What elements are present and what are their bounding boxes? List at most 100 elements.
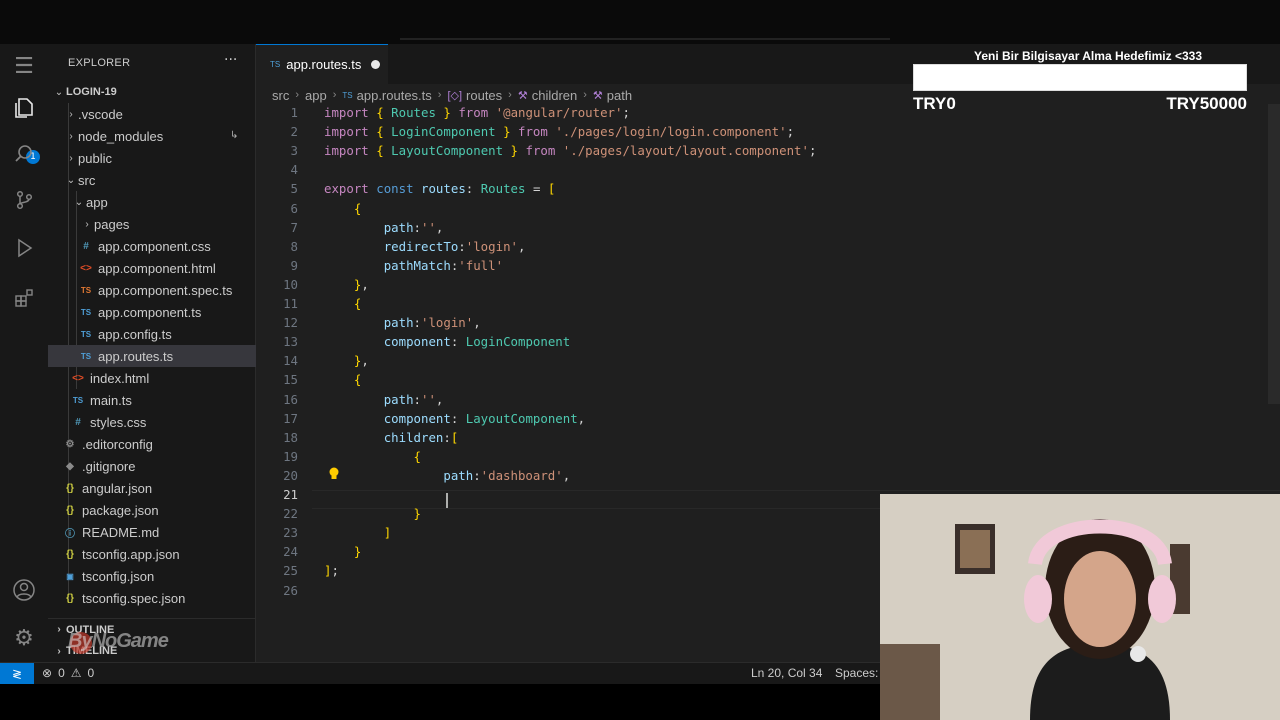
breadcrumb-item[interactable]: path (607, 88, 632, 103)
run-debug-icon[interactable] (10, 234, 38, 262)
line-source: ]; (324, 563, 339, 579)
code-line[interactable]: 10 }, (256, 275, 1280, 294)
activity-bar: ☰ 1 ⚙ (0, 44, 48, 662)
tree-item-main-ts[interactable]: TS main.ts (48, 389, 256, 411)
chevron-right-icon: › (69, 152, 73, 164)
tree-item-app-component-css[interactable]: # app.component.css (48, 235, 256, 257)
explorer-icon[interactable] (10, 94, 38, 122)
donation-min-label: TRY0 (913, 94, 956, 113)
line-source: { (413, 448, 421, 464)
tree-item-label: src (78, 172, 96, 188)
tree-item-node-modules[interactable]: › node_modules (48, 125, 256, 147)
editor-scrollbar[interactable] (1268, 104, 1280, 404)
line-number: 7 (290, 219, 298, 235)
code-line[interactable]: 11 { (256, 294, 1280, 313)
code-line[interactable]: 17 component: LayoutComponent, (256, 409, 1280, 428)
line-source: path:'dashboard', (443, 467, 571, 483)
chevron-right-icon: › (69, 108, 73, 120)
unsaved-dot-icon[interactable] (371, 60, 380, 69)
tree-item-label: package.json (82, 502, 159, 518)
json-file-icon: {} (66, 592, 74, 604)
menu-icon[interactable]: ☰ (10, 52, 38, 80)
code-line[interactable]: 12 path:'login', (256, 313, 1280, 332)
tree-item-tsconfig-spec-json[interactable]: {} tsconfig.spec.json (48, 587, 256, 609)
tree-item-label: app.config.ts (98, 326, 172, 342)
line-source: }, (353, 276, 369, 292)
code-line[interactable]: 19 { (256, 447, 1280, 466)
tree-item-angular-json[interactable]: {} angular.json (48, 477, 256, 499)
tree-item-readme[interactable]: ⓘ README.md (48, 521, 256, 543)
tree-item-label: .vscode (78, 106, 123, 122)
tree-item-tsconfig-json[interactable]: ▣ tsconfig.json (48, 565, 256, 587)
code-line[interactable]: 15 { (256, 370, 1280, 389)
more-actions-icon[interactable]: ··· (224, 52, 237, 68)
line-number: 13 (283, 334, 298, 350)
tree-item-tsconfig-app-json[interactable]: {} tsconfig.app.json (48, 543, 256, 565)
code-line[interactable]: 1 import { Routes } from '@angular/router… (256, 103, 1280, 122)
tsconfig-file-icon: ▣ (66, 571, 74, 581)
line-source: redirectTo:'login', (383, 238, 526, 254)
warning-icon: ⚠ (70, 666, 82, 680)
tree-item-app[interactable]: ⌄ app (48, 191, 256, 213)
code-line[interactable]: 18 children:[ (256, 428, 1280, 447)
line-number: 14 (283, 353, 298, 369)
tree-item-styles-css[interactable]: # styles.css (48, 411, 256, 433)
tree-item-app-config-ts[interactable]: TS app.config.ts (48, 323, 256, 345)
tab-app-routes-ts[interactable]: TS app.routes.ts (256, 44, 388, 84)
tree-item-index-html[interactable]: <> index.html (48, 367, 256, 389)
line-number: 26 (283, 582, 298, 598)
tree-item-vscode[interactable]: › .vscode (48, 103, 256, 125)
extensions-icon[interactable] (10, 284, 38, 312)
tree-item-app-component-html[interactable]: <> app.component.html (48, 257, 256, 279)
search-icon[interactable] (10, 140, 38, 168)
tree-item-editorconfig[interactable]: ⚙ .editorconfig (48, 433, 256, 455)
breadcrumb-item[interactable]: app (305, 88, 327, 103)
code-line[interactable]: 16 path:'', (256, 390, 1280, 409)
code-line[interactable]: 2 import { LoginComponent } from './pages… (256, 122, 1280, 141)
tree-item-label: app.routes.ts (98, 348, 174, 364)
cursor-position[interactable]: Ln 20, Col 34 (751, 666, 822, 680)
ts-file-icon: TS (72, 395, 84, 405)
breadcrumb-item[interactable]: routes (466, 88, 502, 103)
tree-item-app-component-ts[interactable]: TS app.component.ts (48, 301, 256, 323)
line-number: 6 (290, 200, 298, 216)
code-line[interactable]: 5 export const routes: Routes = [ (256, 179, 1280, 198)
line-source: }, (353, 353, 369, 369)
line-number: 5 (290, 181, 298, 197)
code-line[interactable]: 4 (256, 160, 1280, 179)
tree-item-pages[interactable]: › pages (48, 213, 256, 235)
tree-item-app-routes-ts[interactable]: TS app.routes.ts (48, 345, 256, 367)
tree-item-app-component-spec-ts[interactable]: TS app.component.spec.ts (48, 279, 256, 301)
tree-root-folder[interactable]: ⌄ LOGIN-19 (48, 81, 256, 103)
source-control-icon[interactable] (10, 186, 38, 214)
code-line[interactable]: 20 path:'dashboard', (256, 466, 1280, 485)
breadcrumb-item[interactable]: app.routes.ts (357, 88, 432, 103)
code-line[interactable]: 8 redirectTo:'login', (256, 237, 1280, 256)
code-line[interactable]: 14 }, (256, 351, 1280, 370)
info-file-icon: ⓘ (65, 528, 75, 540)
tree-item-gitignore[interactable]: ◆ .gitignore (48, 455, 256, 477)
code-line[interactable]: 7 path:'', (256, 218, 1280, 237)
code-line[interactable]: 9 pathMatch:'full' (256, 256, 1280, 275)
error-icon: ⊗ (42, 666, 53, 680)
webcam-feed (880, 494, 1280, 720)
line-source: path:'', (383, 391, 444, 407)
line-source: import { LayoutComponent } from './pages… (324, 143, 817, 159)
chevron-right-icon: › (508, 89, 512, 101)
remote-indicator-icon[interactable]: ≷ (0, 663, 34, 685)
tree-item-public[interactable]: › public (48, 147, 256, 169)
account-icon[interactable] (10, 576, 38, 604)
problems-indicator[interactable]: ⊗ 0 ⚠ 0 (42, 666, 94, 680)
breadcrumb-item[interactable]: src (272, 88, 289, 103)
code-line[interactable]: 6 { (256, 199, 1280, 218)
settings-gear-icon[interactable]: ⚙ (10, 624, 38, 652)
tree-item-src[interactable]: ⌄ src (48, 169, 256, 191)
tree-item-package-json[interactable]: {} package.json (48, 499, 256, 521)
ts-spec-file-icon: TS (80, 285, 92, 295)
error-count: 0 (58, 666, 65, 680)
breadcrumb-item[interactable]: children (532, 88, 578, 103)
line-number: 1 (290, 105, 298, 120)
lightbulb-icon[interactable] (328, 467, 340, 481)
code-line[interactable]: 13 component: LoginComponent (256, 332, 1280, 351)
code-line[interactable]: 3 import { LayoutComponent } from './page… (256, 141, 1280, 160)
